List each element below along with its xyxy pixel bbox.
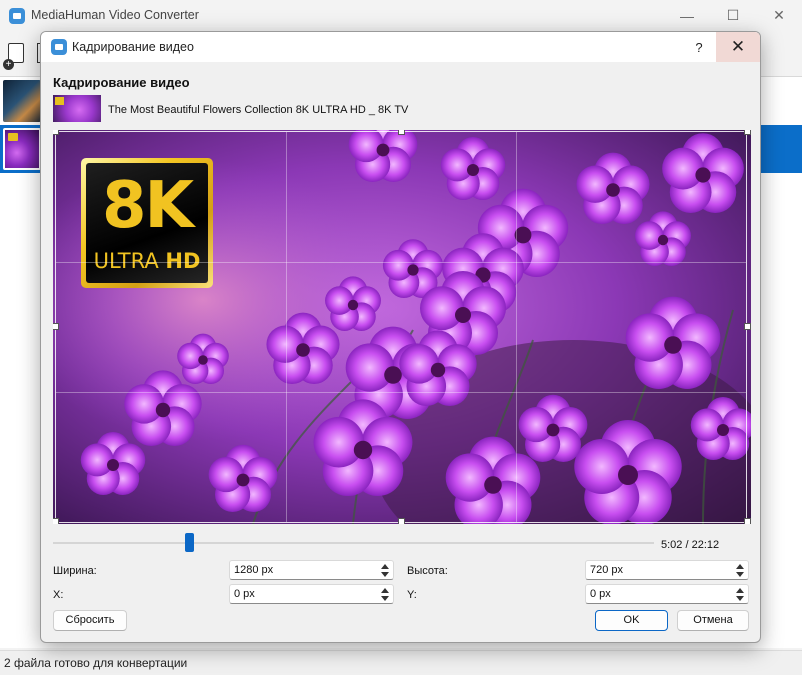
video-thumbnail [53, 95, 101, 122]
spin-arrows-icon[interactable] [734, 586, 747, 602]
spin-arrows-icon[interactable] [379, 586, 392, 602]
maximize-button[interactable]: ☐ [710, 0, 756, 31]
spin-arrows-icon[interactable] [734, 562, 747, 578]
timeline-slider-track[interactable] [53, 542, 654, 544]
crop-grid-line [56, 392, 746, 393]
help-button[interactable]: ? [681, 32, 717, 62]
crop-grid-line [56, 262, 746, 263]
height-label: Высота: [407, 565, 448, 577]
video-preview[interactable]: 8K ULTRA HD [53, 130, 751, 524]
height-input[interactable] [586, 561, 732, 579]
crop-handle-bottom-left[interactable] [53, 518, 59, 524]
add-file-icon[interactable] [3, 43, 24, 70]
minimize-button[interactable]: — [664, 0, 710, 31]
status-text: 2 файла готово для конвертации [4, 656, 188, 670]
dialog-close-button[interactable]: ✕ [716, 32, 760, 62]
x-input[interactable] [230, 585, 377, 603]
x-spinbox[interactable] [229, 584, 394, 604]
time-label: 5:02 / 22:12 [661, 539, 720, 551]
file-thumbnail [3, 128, 41, 170]
cancel-button[interactable]: Отмена [677, 610, 749, 631]
app-logo-icon [51, 39, 67, 55]
crop-frame[interactable] [55, 131, 747, 523]
ok-button[interactable]: OK [595, 610, 668, 631]
dialog-titlebar: Кадрирование видео ? ✕ [41, 32, 760, 62]
x-label: X: [53, 589, 64, 601]
dialog-heading: Кадрирование видео [53, 75, 190, 90]
crop-handle-top[interactable] [398, 130, 405, 135]
status-bar: 2 файла готово для конвертации [0, 650, 802, 675]
y-spinbox[interactable] [585, 584, 749, 604]
crop-grid-line [286, 132, 287, 522]
width-label: Ширина: [53, 565, 97, 577]
crop-dialog: Кадрирование видео ? ✕ Кадрирование виде… [40, 31, 761, 643]
crop-handle-left[interactable] [53, 323, 59, 330]
app-title: MediaHuman Video Converter [31, 8, 199, 22]
width-spinbox[interactable] [229, 560, 394, 580]
dialog-title: Кадрирование видео [72, 40, 194, 54]
y-label: Y: [407, 589, 417, 601]
app-logo-icon [9, 8, 25, 24]
crop-handle-top-right[interactable] [744, 130, 751, 135]
close-window-button[interactable]: ✕ [756, 0, 802, 31]
reset-button[interactable]: Сбросить [53, 610, 127, 631]
spin-arrows-icon[interactable] [379, 562, 392, 578]
height-spinbox[interactable] [585, 560, 749, 580]
width-input[interactable] [230, 561, 377, 579]
crop-handle-right[interactable] [744, 323, 751, 330]
crop-grid-line [516, 132, 517, 522]
crop-handle-bottom[interactable] [398, 518, 405, 524]
video-name: The Most Beautiful Flowers Collection 8K… [108, 104, 409, 116]
y-input[interactable] [586, 585, 732, 603]
timeline-slider-thumb[interactable] [184, 533, 194, 552]
file-thumbnail [3, 80, 41, 122]
crop-handle-top-left[interactable] [53, 130, 59, 135]
main-titlebar: MediaHuman Video Converter — ☐ ✕ [0, 0, 802, 31]
crop-handle-bottom-right[interactable] [744, 518, 751, 524]
